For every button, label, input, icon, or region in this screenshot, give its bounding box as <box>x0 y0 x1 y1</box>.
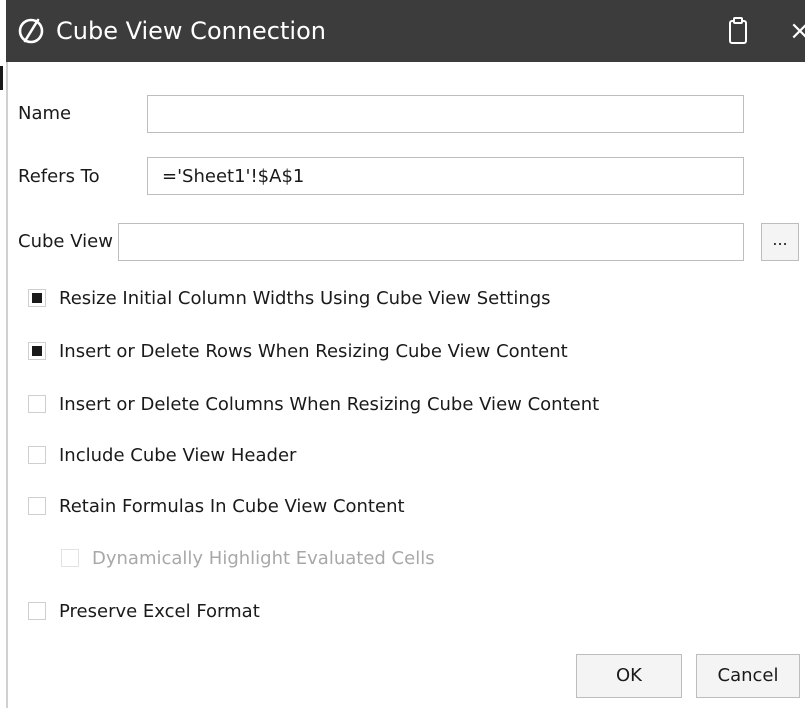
cube-view-connection-dialog: Cube View Connection × Name Refers To Cu… <box>0 0 805 708</box>
background-window-edge <box>6 62 8 708</box>
ok-button[interactable]: OK <box>576 654 682 698</box>
name-input[interactable] <box>147 95 744 133</box>
option-retain-formulas[interactable]: Retain Formulas In Cube View Content <box>28 494 405 518</box>
refers-to-label: Refers To <box>18 166 100 187</box>
resize-column-widths-label: Resize Initial Column Widths Using Cube … <box>59 287 551 309</box>
refers-to-input[interactable] <box>147 157 744 195</box>
option-resize-column-widths[interactable]: Resize Initial Column Widths Using Cube … <box>28 286 551 310</box>
option-include-header[interactable]: Include Cube View Header <box>28 443 296 467</box>
preserve-excel-format-checkbox[interactable] <box>28 602 46 620</box>
highlight-evaluated-cells-checkbox <box>61 549 79 567</box>
option-insert-delete-rows[interactable]: Insert or Delete Rows When Resizing Cube… <box>28 339 568 363</box>
close-icon[interactable]: × <box>789 16 805 46</box>
highlight-evaluated-cells-label: Dynamically Highlight Evaluated Cells <box>92 547 435 569</box>
insert-delete-rows-label: Insert or Delete Rows When Resizing Cube… <box>59 340 568 362</box>
option-highlight-evaluated-cells: Dynamically Highlight Evaluated Cells <box>61 546 435 570</box>
resize-column-widths-checkbox[interactable] <box>28 289 46 307</box>
retain-formulas-checkbox[interactable] <box>28 497 46 515</box>
preserve-excel-format-label: Preserve Excel Format <box>59 600 260 622</box>
background-window-marker <box>0 66 3 90</box>
retain-formulas-label: Retain Formulas In Cube View Content <box>59 495 405 517</box>
insert-delete-rows-checkbox[interactable] <box>28 342 46 360</box>
option-preserve-excel-format[interactable]: Preserve Excel Format <box>28 599 260 623</box>
browse-cube-view-button[interactable]: ... <box>761 223 799 261</box>
option-insert-delete-columns[interactable]: Insert or Delete Columns When Resizing C… <box>28 392 599 416</box>
name-label: Name <box>18 103 72 124</box>
dialog-title: Cube View Connection <box>56 17 326 45</box>
cancel-button[interactable]: Cancel <box>696 654 800 698</box>
cube-view-label: Cube View <box>18 231 113 252</box>
title-bar[interactable]: Cube View Connection × <box>6 0 805 62</box>
clipboard-icon[interactable] <box>728 17 748 45</box>
onestream-logo-icon <box>18 18 44 44</box>
include-header-label: Include Cube View Header <box>59 444 297 466</box>
insert-delete-columns-label: Insert or Delete Columns When Resizing C… <box>59 393 600 415</box>
cube-view-input[interactable] <box>118 223 744 261</box>
include-header-checkbox[interactable] <box>28 446 46 464</box>
insert-delete-columns-checkbox[interactable] <box>28 395 46 413</box>
